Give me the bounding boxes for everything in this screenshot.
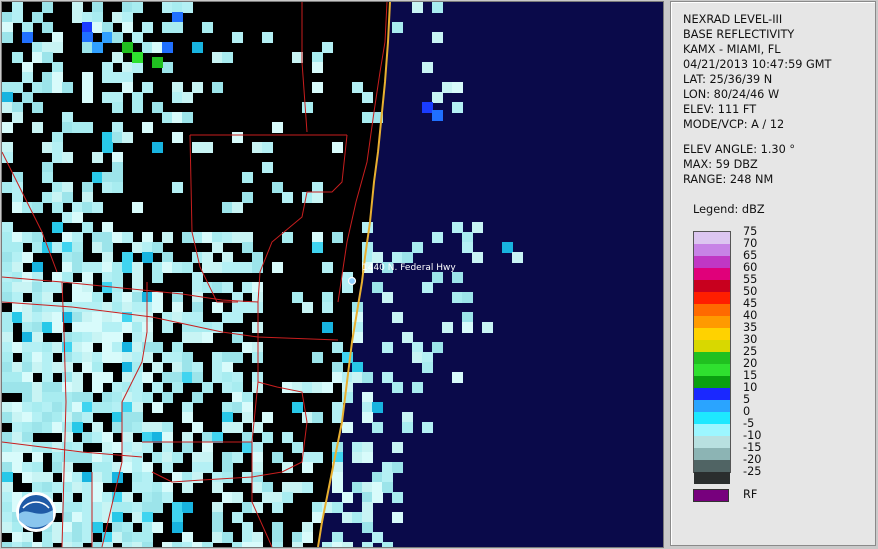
product-type: BASE REFLECTIVITY: [683, 28, 795, 41]
elevation: ELEV: 111 FT: [683, 103, 757, 116]
legend-swatch: [694, 256, 730, 268]
ocean-area: [318, 2, 663, 547]
legend-swatch: [694, 388, 730, 400]
legend-swatch: [694, 400, 730, 412]
legend-swatch: [694, 412, 730, 424]
legend-swatch: [694, 376, 730, 388]
legend-swatch: [694, 364, 730, 376]
legend-swatch: [694, 436, 730, 448]
legend-swatch: [694, 232, 730, 244]
legend-swatch: [694, 244, 730, 256]
legend-swatch: [694, 448, 730, 460]
rf-swatch: [693, 489, 729, 502]
noaa-logo: [16, 492, 56, 532]
legend-swatch: [694, 328, 730, 340]
range: RANGE: 248 NM: [683, 173, 774, 186]
legend-swatch: [694, 460, 730, 472]
legend-swatch: [694, 472, 730, 484]
latitude: LAT: 25/36/39 N: [683, 73, 773, 86]
elevation-angle: ELEV ANGLE: 1.30 °: [683, 143, 796, 156]
legend-title: Legend: dBZ: [693, 203, 765, 216]
mode-vcp: MODE/VCP: A / 12: [683, 118, 785, 131]
info-panel: NEXRAD LEVEL-III BASE REFLECTIVITY KAMX …: [670, 1, 876, 546]
legend-color-bar: [693, 231, 731, 484]
legend-swatch: [694, 280, 730, 292]
max-dbz: MAX: 59 DBZ: [683, 158, 758, 171]
rf-label: RF: [743, 488, 758, 501]
radar-map[interactable]: 1440 N. Federal Hwy: [1, 1, 664, 548]
legend-swatch: [694, 424, 730, 436]
scan-datetime: 04/21/2013 10:47:59 GMT: [683, 58, 832, 71]
legend-level-label: -25: [743, 465, 762, 478]
legend-swatch: [694, 352, 730, 364]
legend-swatch: [694, 304, 730, 316]
legend-swatch: [694, 316, 730, 328]
legend-swatch: [694, 292, 730, 304]
product-name: NEXRAD LEVEL-III: [683, 13, 783, 26]
station-name: KAMX - MIAMI, FL: [683, 43, 781, 56]
legend-swatch: [694, 340, 730, 352]
legend-swatch: [694, 268, 730, 280]
radar-map-canvas: 1440 N. Federal Hwy: [2, 2, 663, 547]
marker-label: 1440 N. Federal Hwy: [362, 263, 456, 273]
longitude: LON: 80/24/46 W: [683, 88, 780, 101]
location-marker[interactable]: [347, 276, 357, 286]
